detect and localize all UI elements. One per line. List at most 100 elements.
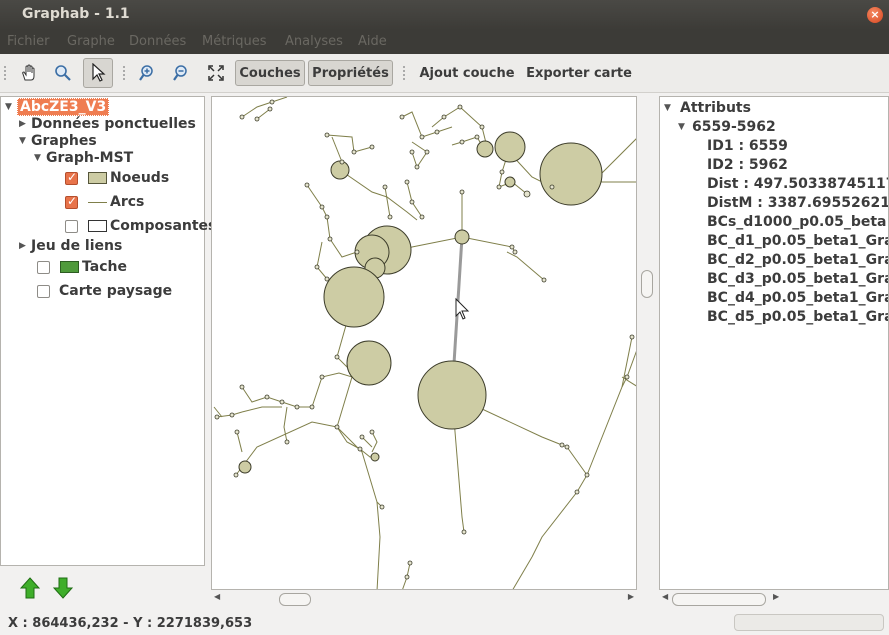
attributes-group-row[interactable]: ▼ 6559-5962	[678, 117, 776, 136]
node[interactable]	[504, 176, 516, 188]
tree-row-jeu-de-liens[interactable]: ▶ Jeu de liens	[19, 236, 122, 256]
zoom-icon	[55, 65, 71, 81]
scroll-right-arrow-icon[interactable]: ▶	[773, 592, 779, 601]
attribute-row: BC_d3_p0.05_beta1_Grap	[707, 270, 889, 287]
menu-graphe[interactable]: Graphe	[67, 34, 115, 49]
node[interactable]	[539, 142, 603, 206]
close-button[interactable]: ×	[867, 7, 883, 23]
node[interactable]	[330, 160, 350, 180]
expanded-triangle-icon[interactable]: ▼	[5, 102, 17, 112]
attributes-horizontal-scrollbar[interactable]: ◀ ▶	[659, 592, 889, 606]
menu-metriques[interactable]: Métriques	[202, 34, 267, 49]
node[interactable]	[370, 452, 380, 462]
scroll-right-arrow-icon[interactable]: ▶	[628, 592, 634, 601]
map-nodes	[238, 131, 603, 474]
coordinates-readout: X : 864436,232 - Y : 2271839,653	[8, 616, 253, 631]
attributes-header-row[interactable]: ▼ Attributs	[664, 98, 751, 117]
attributes-group: 6559-5962	[692, 118, 776, 135]
zoom-out-button[interactable]	[169, 60, 195, 86]
tree-row-arcs[interactable]: Arcs	[65, 192, 144, 212]
attribute-row: BC_d4_p0.05_beta1_Grap	[707, 289, 889, 306]
select-button[interactable]	[83, 58, 113, 88]
layer-graph-mst-label[interactable]: Graph-MST	[46, 150, 133, 166]
toolbar: Couches Propriétés Ajout couche Exporter…	[0, 54, 889, 93]
layers-panel: ▼ AbcZE3_V3 ▶ Données ponctuelles ▼ Graphes…	[0, 96, 216, 566]
node[interactable]	[454, 229, 470, 245]
attributes-scroll-thumb[interactable]	[672, 593, 766, 606]
tree-row-noeuds[interactable]: Noeuds	[65, 168, 169, 188]
tree-row-composantes[interactable]: Composantes	[65, 216, 216, 236]
layer-noeuds-label[interactable]: Noeuds	[110, 170, 169, 186]
tree-row-graph-mst[interactable]: ▼ Graph-MST	[34, 148, 133, 168]
expanded-triangle-icon[interactable]: ▼	[19, 136, 31, 146]
node[interactable]	[238, 460, 252, 474]
layer-composantes-label[interactable]: Composantes	[110, 218, 216, 234]
menu-bar: Fichier Graphe Données Métriques Analyse…	[0, 30, 889, 54]
window-title: Graphab - 1.1	[22, 6, 130, 22]
attributes-panel: ▼ Attributs ▼ 6559-5962 ID1 : 6559 ID2 :…	[659, 96, 889, 590]
attribute-row: DistM : 3387.695526217	[707, 194, 889, 211]
menu-fichier[interactable]: Fichier	[7, 34, 50, 49]
progress-bar	[734, 614, 884, 631]
hand-icon	[22, 64, 35, 81]
menu-analyses[interactable]: Analyses	[285, 34, 343, 49]
attribute-row: BCs_d1000_p0.05_beta1_	[707, 213, 889, 230]
menu-donnees[interactable]: Données	[129, 34, 186, 49]
zoom-button[interactable]	[50, 60, 76, 86]
vertical-scrollbar-thumb[interactable]	[641, 270, 653, 298]
ajout-couche-button[interactable]: Ajout couche	[415, 60, 519, 86]
noeuds-checkbox[interactable]	[65, 170, 78, 185]
collapsed-triangle-icon[interactable]: ▶	[19, 119, 31, 129]
graph-map[interactable]	[212, 97, 637, 590]
move-layer-down-button[interactable]	[52, 577, 74, 603]
menu-aide[interactable]: Aide	[358, 34, 387, 49]
arrow-up-icon	[19, 577, 41, 599]
node[interactable]	[494, 131, 526, 163]
attribute-row: ID1 : 6559	[707, 137, 788, 154]
node[interactable]	[476, 140, 494, 158]
attribute-row: Dist : 497.503387451171	[707, 175, 889, 192]
scroll-left-arrow-icon[interactable]: ◀	[214, 592, 220, 601]
noeuds-swatch	[88, 172, 107, 184]
expanded-triangle-icon[interactable]: ▼	[678, 122, 690, 132]
layer-tache-label[interactable]: Tache	[82, 259, 127, 275]
tache-swatch	[60, 261, 79, 273]
expanded-triangle-icon[interactable]: ▼	[664, 103, 676, 113]
zoom-out-icon	[173, 65, 187, 81]
layer-graphes-label[interactable]: Graphes	[31, 133, 97, 149]
toolbar-separator	[123, 66, 128, 80]
attribute-row: BC_d5_p0.05_beta1_Grap	[707, 308, 889, 325]
carte-paysage-checkbox[interactable]	[37, 284, 50, 298]
composantes-swatch	[88, 220, 107, 232]
proprietes-button[interactable]: Propriétés	[308, 60, 393, 86]
attribute-row: BC_d2_p0.05_beta1_Grap	[707, 251, 889, 268]
arcs-checkbox[interactable]	[65, 194, 78, 209]
zoom-in-icon	[139, 65, 153, 81]
toolbar-grip[interactable]	[4, 66, 9, 80]
exporter-carte-button[interactable]: Exporter carte	[523, 60, 635, 86]
fit-extent-button[interactable]	[203, 60, 229, 86]
layer-donnees-label[interactable]: Données ponctuelles	[31, 116, 196, 132]
node[interactable]	[346, 340, 392, 386]
pan-button[interactable]	[16, 60, 42, 86]
arrow-down-icon	[52, 577, 74, 599]
map-canvas[interactable]	[211, 96, 637, 590]
map-horizontal-scrollbar[interactable]: ◀ ▶	[211, 592, 637, 606]
tree-row-tache[interactable]: Tache	[37, 257, 127, 277]
map-scroll-thumb[interactable]	[279, 593, 311, 606]
attributes-header: Attributs	[680, 99, 751, 116]
zoom-in-button[interactable]	[135, 60, 161, 86]
tache-checkbox[interactable]	[37, 260, 50, 274]
expanded-triangle-icon[interactable]: ▼	[34, 153, 46, 163]
node[interactable]	[417, 360, 487, 430]
node[interactable]	[323, 266, 385, 328]
couches-button[interactable]: Couches	[235, 60, 305, 86]
tree-row-carte-paysage[interactable]: Carte paysage	[37, 281, 172, 301]
layer-arcs-label[interactable]: Arcs	[110, 194, 144, 210]
layer-jeu-de-liens-label[interactable]: Jeu de liens	[31, 238, 122, 254]
move-layer-up-button[interactable]	[19, 577, 41, 603]
layer-carte-paysage-label[interactable]: Carte paysage	[59, 283, 172, 299]
scroll-left-arrow-icon[interactable]: ◀	[662, 592, 668, 601]
collapsed-triangle-icon[interactable]: ▶	[19, 241, 31, 251]
composantes-checkbox[interactable]	[65, 219, 78, 233]
